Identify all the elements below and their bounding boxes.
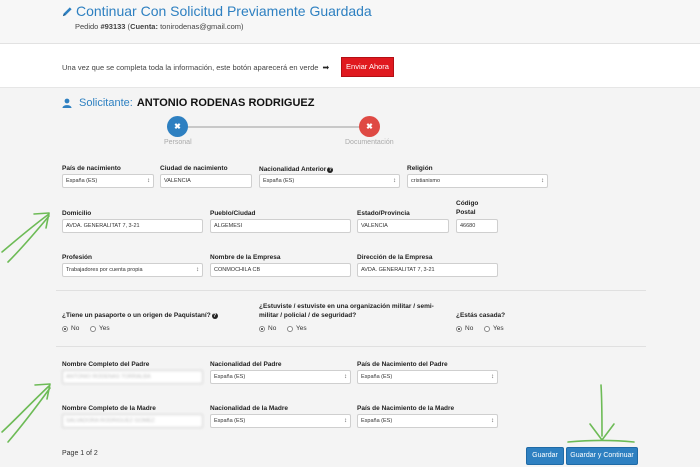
state-input[interactable]: VALENCIA — [357, 219, 449, 233]
order-prefix: Pedido — [75, 22, 101, 31]
send-now-button[interactable]: Enviar Ahora — [341, 57, 394, 77]
father-nationality-select[interactable]: España (ES) — [210, 370, 351, 384]
town-label: Pueblo/Ciudad — [210, 210, 256, 217]
save-button[interactable]: Guardar — [526, 447, 564, 465]
pakistan-question-text: ¿Tiene un pasaporte o un origen de Paqui… — [62, 312, 211, 319]
married-yes-radio[interactable]: Yes — [484, 325, 504, 332]
pakistan-question: ¿Tiene un pasaporte o un origen de Paqui… — [62, 311, 218, 320]
notice-text: Una vez que se completa toda la informac… — [62, 63, 329, 72]
radio-empty-icon — [90, 325, 96, 332]
arrow-icon — [1, 212, 50, 263]
steps-connector — [178, 126, 370, 128]
military-question-line-2: militar / policial / de seguridad? — [259, 312, 357, 319]
father-name-label: Nombre Completo del Padre — [62, 361, 150, 368]
page-header: Continuar Con Solicitud Previamente Guar… — [0, 0, 700, 44]
applicant-heading: Solicitante: ANTONIO RODENAS RODRIGUEZ — [62, 97, 314, 109]
order-number: #93133 — [100, 22, 126, 31]
pakistan-no-radio[interactable]: No — [62, 325, 79, 332]
postal-input[interactable]: 46680 — [456, 219, 498, 233]
military-question-line-1: ¿Estuviste / estuviste en una organizaci… — [259, 303, 434, 310]
radio-label: No — [268, 325, 277, 332]
radio-label: Yes — [99, 325, 110, 332]
pencil-icon — [62, 6, 72, 16]
radio-label: Yes — [493, 325, 504, 332]
town-input[interactable]: ALGEMESI — [210, 219, 351, 233]
profession-select[interactable]: Trabajadores por cuenta propia — [62, 263, 203, 277]
radio-selected-icon — [62, 325, 68, 332]
section-divider — [56, 346, 646, 347]
birth-country-label: País de nacimiento — [62, 165, 121, 172]
notice-message: Una vez que se completa toda la informac… — [62, 63, 319, 72]
applicant-name: ANTONIO RODENAS RODRIGUEZ — [136, 97, 315, 109]
radio-label: No — [71, 325, 80, 332]
father-nationality-label: Nacionalidad del Padre — [210, 361, 282, 368]
company-input[interactable]: CONMOCHILA CB — [210, 263, 351, 277]
mother-birth-country-select[interactable]: España (ES) — [357, 414, 498, 428]
state-label: Estado/Provincia — [357, 210, 410, 217]
pakistan-yes-radio[interactable]: Yes — [90, 325, 110, 332]
mother-name-input[interactable]: SALVADORA RODRIGUEZ GOMEZ — [62, 414, 203, 428]
religion-select[interactable]: cristianismo — [407, 174, 548, 188]
radio-label: Yes — [296, 325, 307, 332]
radio-selected-icon — [456, 325, 462, 332]
step-personal-icon[interactable]: ✖ — [167, 116, 188, 137]
mother-nationality-label: Nacionalidad de la Madre — [210, 405, 289, 412]
step-personal-label: Personal — [164, 139, 192, 146]
help-icon[interactable]: ? — [327, 167, 334, 173]
page-title: Continuar Con Solicitud Previamente Guar… — [62, 3, 372, 19]
order-info: Pedido #93133 (Cuenta: tonirodenas@gmail… — [75, 22, 244, 31]
married-no-radio[interactable]: No — [456, 325, 473, 332]
birth-city-label: Ciudad de nacimiento — [160, 165, 228, 172]
address-input[interactable]: AVDA. GENERALITAT 7, 3-21 — [62, 219, 203, 233]
company-address-label: Dirección de la Empresa — [357, 254, 433, 261]
arrow-icon — [1, 383, 51, 443]
postal-label-line-1: Código — [456, 200, 479, 207]
married-question: ¿Estás casada? — [456, 312, 506, 319]
account-label: Cuenta: — [130, 22, 158, 31]
mother-birth-country-label: País de Nacimiento de la Madre — [357, 405, 455, 412]
section-divider — [56, 290, 646, 291]
prev-nationality-label-text: Nacionalidad Anterior — [259, 166, 327, 173]
father-birth-country-select[interactable]: España (ES) — [357, 370, 498, 384]
applicant-label: Solicitante: — [79, 97, 133, 109]
birth-city-input[interactable]: VALENCIA — [160, 174, 252, 188]
radio-selected-icon — [259, 325, 265, 332]
user-icon — [62, 98, 72, 108]
help-icon[interactable]: ? — [211, 313, 218, 319]
mother-name-label: Nombre Completo de la Madre — [62, 405, 156, 412]
page-title-text: Continuar Con Solicitud Previamente Guar… — [76, 3, 372, 19]
birth-country-select[interactable]: España (ES) — [62, 174, 154, 188]
page-indicator: Page 1 of 2 — [62, 450, 98, 457]
arrow-icon — [567, 384, 635, 443]
father-name-input[interactable]: ANTONIO RODENAS TORRALBA — [62, 370, 203, 384]
father-birth-country-label: País de Nacimiento del Padre — [357, 361, 448, 368]
company-address-input[interactable]: AVDA. GENERALITAT 7, 3-21 — [357, 263, 498, 277]
profession-label: Profesión — [62, 254, 92, 261]
religion-label: Religión — [407, 165, 433, 172]
mother-nationality-select[interactable]: España (ES) — [210, 414, 351, 428]
address-label: Domicilio — [62, 210, 92, 217]
account-email: tonirodenas@gmail.com) — [157, 22, 244, 31]
step-documentation-label: Documentación — [345, 139, 394, 146]
military-question: ¿Estuviste / estuviste en una organizaci… — [259, 302, 434, 320]
military-no-radio[interactable]: No — [259, 325, 276, 332]
prev-nationality-label: Nacionalidad Anterior? — [259, 165, 334, 174]
prev-nationality-select[interactable]: España (ES) — [259, 174, 400, 188]
step-documentation-icon[interactable]: ✖ — [359, 116, 380, 137]
radio-label: No — [465, 325, 474, 332]
postal-label-line-2: Postal — [456, 209, 476, 216]
radio-empty-icon — [287, 325, 293, 332]
radio-empty-icon — [484, 325, 490, 332]
arrow-right-icon: ➡ — [322, 63, 330, 72]
military-yes-radio[interactable]: Yes — [287, 325, 307, 332]
company-label: Nombre de la Empresa — [210, 254, 281, 261]
save-continue-button[interactable]: Guardar y Continuar — [566, 447, 638, 465]
